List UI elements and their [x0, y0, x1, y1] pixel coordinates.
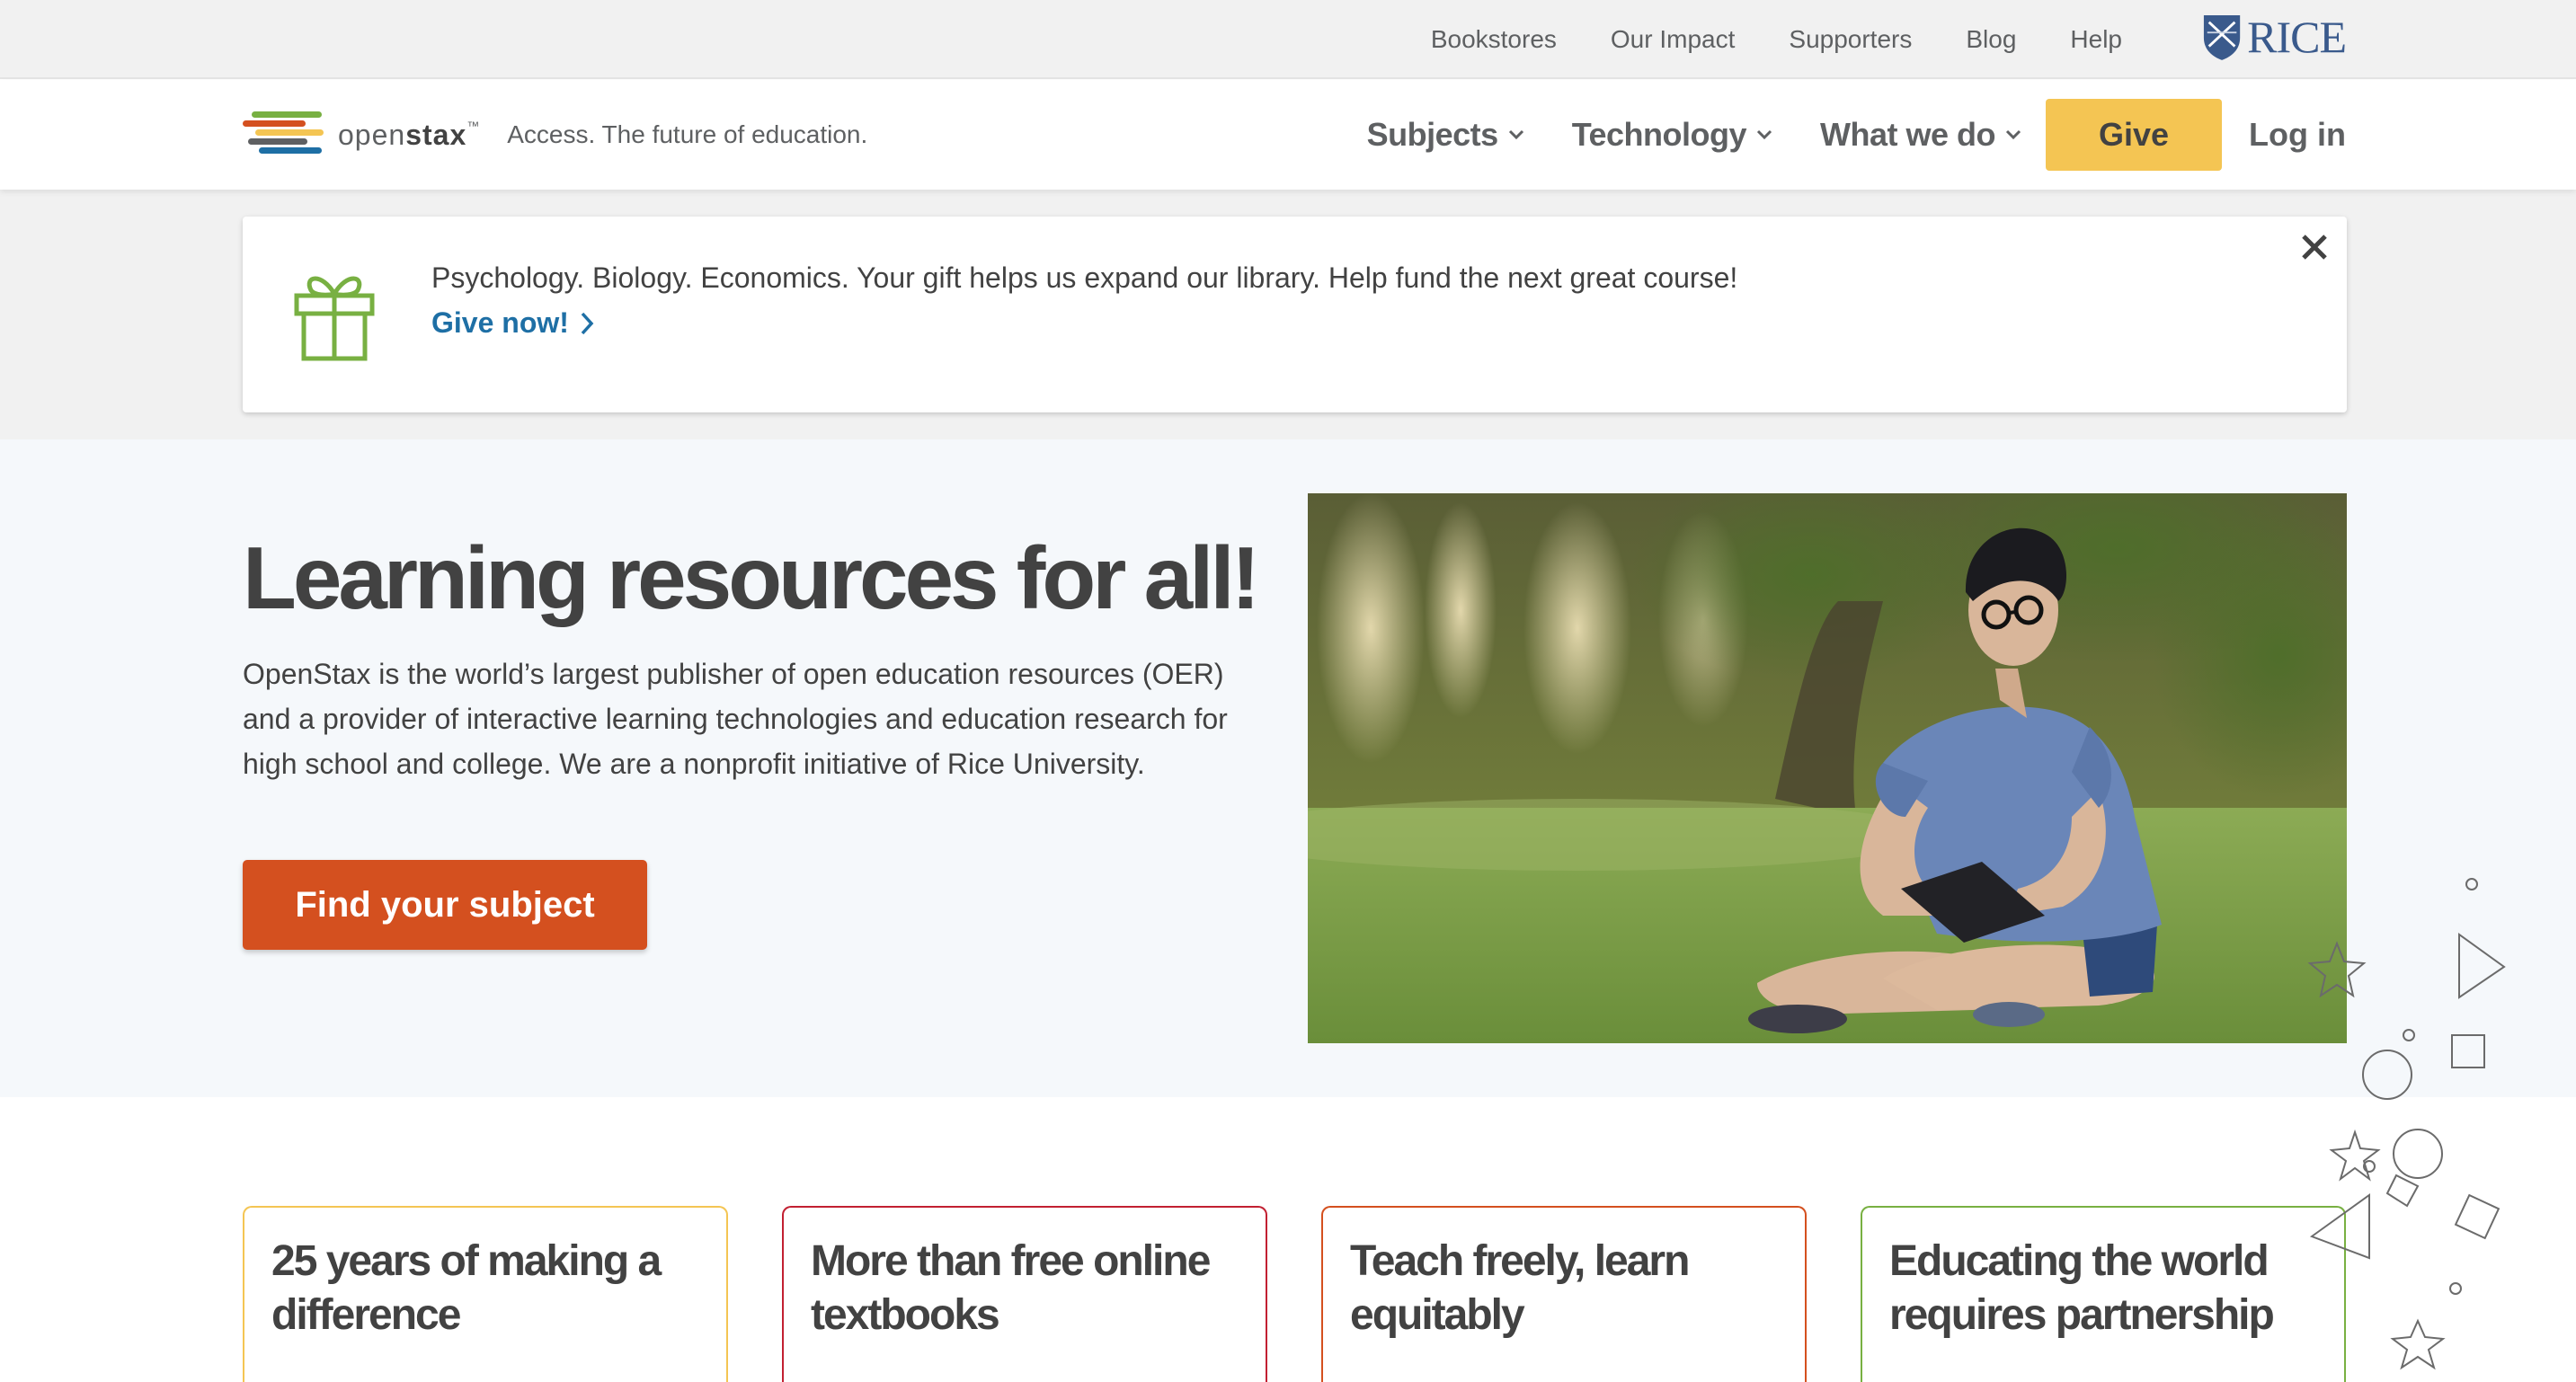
card-title: Teach freely, learn equitably [1350, 1237, 1690, 1339]
nav-items: Subjects Technology What we do Give Log … [1344, 98, 2346, 172]
banner-message: Psychology. Biology. Economics. Your gif… [431, 261, 1738, 294]
rice-logo[interactable]: RICE [2202, 9, 2347, 65]
nav-technology-label: Technology [1571, 116, 1747, 153]
nav-what-we-do-dropdown[interactable]: What we do [1797, 116, 2046, 154]
hero-photo-student-with-tablet [1308, 493, 2347, 1043]
openstax-logo-icon [243, 108, 324, 162]
card-title: More than free online textbooks [811, 1237, 1211, 1339]
give-now-link[interactable]: Give now! [431, 306, 594, 340]
chevron-down-icon [1756, 129, 1772, 140]
banner-zone: Psychology. Biology. Economics. Your gif… [0, 190, 2576, 439]
decorative-shapes [2307, 878, 2506, 1370]
give-now-label: Give now! [431, 306, 569, 339]
nav-what-we-do-label: What we do [1820, 116, 1996, 153]
chevron-down-icon [1508, 129, 1523, 140]
card-25-years[interactable]: 25 years of making a difference [243, 1206, 728, 1382]
chevron-down-icon [2005, 129, 2021, 140]
close-banner-button[interactable] [2295, 227, 2334, 267]
utility-link-our-impact[interactable]: Our Impact [1611, 25, 1735, 54]
utility-link-blog[interactable]: Blog [1966, 25, 2016, 54]
card-teach-freely[interactable]: Teach freely, learn equitably [1321, 1206, 1807, 1382]
utility-bar: Bookstores Our Impact Supporters Blog He… [0, 0, 2576, 79]
nav-technology-dropdown[interactable]: Technology [1549, 116, 1797, 154]
hero-title: Learning resources for all! [243, 528, 1260, 627]
find-your-subject-button[interactable]: Find your subject [243, 860, 647, 950]
utility-link-bookstores[interactable]: Bookstores [1431, 25, 1557, 54]
nav-subjects-dropdown[interactable]: Subjects [1344, 116, 1549, 154]
gift-icon [294, 276, 375, 361]
utility-links: Bookstores Our Impact Supporters Blog He… [1431, 0, 2122, 79]
nav-subjects-label: Subjects [1366, 116, 1499, 153]
openstax-logo[interactable]: openstax™ Access. The future of educatio… [243, 107, 867, 163]
close-icon [2302, 235, 2327, 260]
brand-tagline: Access. The future of education. [507, 120, 868, 148]
card-title: Educating the world requires partnership [1889, 1237, 2275, 1339]
main-nav: openstax™ Access. The future of educatio… [0, 80, 2576, 190]
donation-banner: Psychology. Biology. Economics. Your gif… [243, 217, 2347, 412]
give-button[interactable]: Give [2046, 99, 2223, 171]
login-link[interactable]: Log in [2249, 116, 2346, 154]
card-free-textbooks[interactable]: More than free online textbooks [782, 1206, 1267, 1382]
openstax-wordmark: openstax™ [338, 118, 481, 151]
utility-link-help[interactable]: Help [2070, 25, 2122, 54]
card-partnership[interactable]: Educating the world requires partnership [1861, 1206, 2346, 1382]
card-title: 25 years of making a difference [271, 1237, 662, 1339]
hero-section: Learning resources for all! OpenStax is … [0, 439, 2576, 1097]
value-cards: 25 years of making a difference More tha… [243, 1206, 2347, 1382]
rice-shield-icon [2203, 15, 2241, 60]
chevron-right-icon [581, 312, 594, 334]
utility-link-supporters[interactable]: Supporters [1789, 25, 1912, 54]
hero-description: OpenStax is the world’s largest publishe… [243, 658, 1228, 780]
rice-logo-text: RICE [2247, 12, 2347, 62]
